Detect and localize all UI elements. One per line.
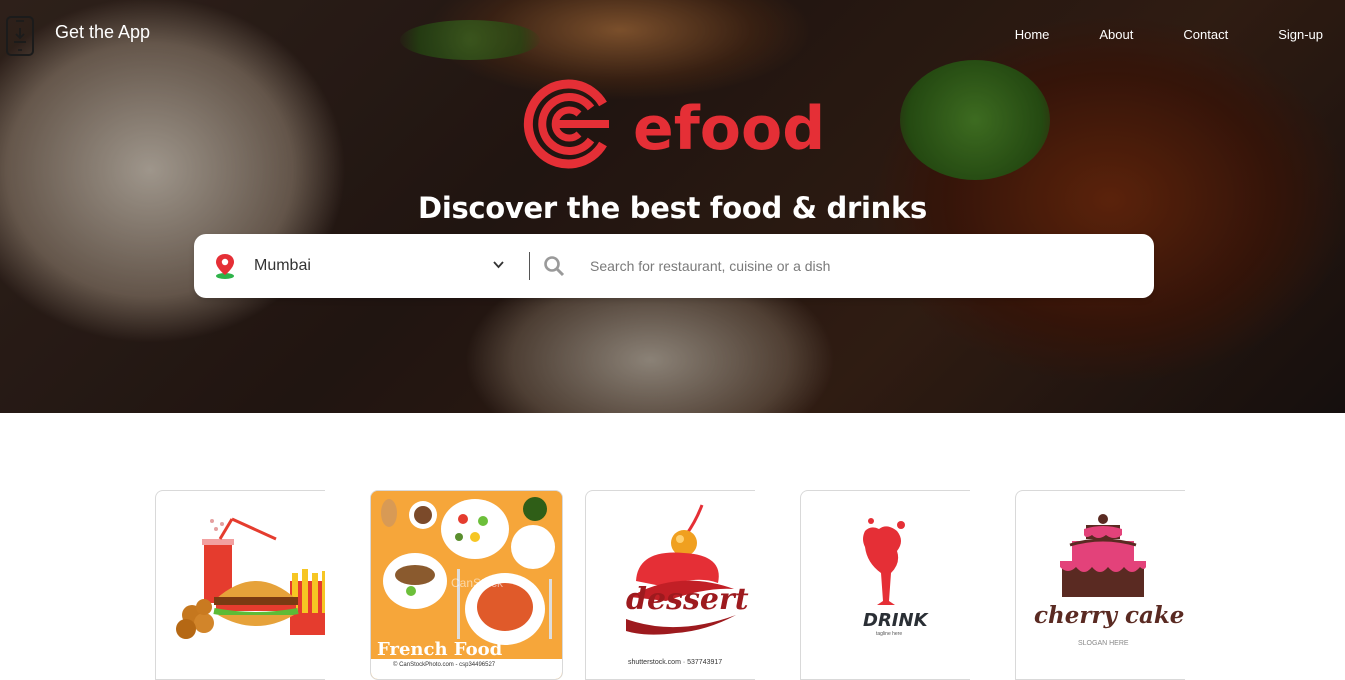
french-food-watermark: CanStock — [451, 576, 504, 590]
dessert-caption: dessert — [626, 582, 749, 617]
cherry-cake-slogan: SLOGAN HERE — [1078, 640, 1129, 647]
map-pin-icon — [216, 254, 234, 279]
dessert-illustration: dessert shutterstock.com · 537743917 — [626, 504, 749, 666]
top-navbar: Get the App Home About Contact Sign-up — [0, 0, 1345, 70]
chevron-down-icon[interactable] — [492, 260, 505, 270]
french-food-caption: French Food — [377, 639, 503, 660]
drink-tagline: tagline here — [876, 631, 902, 637]
get-app-label: Get the App — [55, 22, 151, 42]
efood-logo: efood — [523, 79, 825, 169]
category-card-fast-food[interactable] — [155, 490, 325, 680]
cherry-cake-illustration: cherry cake SLOGAN HERE — [1034, 514, 1184, 647]
main-nav: Home About Contact Sign-up — [965, 27, 1323, 42]
search-divider — [529, 252, 530, 280]
french-food-credit: © CanStockPhoto.com - csp34496527 — [393, 661, 496, 668]
phone-download-icon — [6, 16, 34, 56]
category-card-dessert[interactable]: dessert shutterstock.com · 537743917 — [585, 490, 755, 680]
nav-contact[interactable]: Contact — [1183, 27, 1228, 42]
search-bar: Mumbai — [194, 234, 1154, 298]
category-card-cherry-cake[interactable]: cherry cake SLOGAN HERE — [1015, 490, 1185, 680]
nav-signup[interactable]: Sign-up — [1278, 27, 1323, 42]
nav-home[interactable]: Home — [1015, 27, 1050, 42]
nav-about[interactable]: About — [1099, 27, 1133, 42]
category-card-french-food[interactable]: CanStock French Food © CanStockPhoto.com… — [370, 490, 563, 680]
location-value[interactable]: Mumbai — [254, 257, 311, 275]
drink-caption: DRINK — [863, 610, 930, 631]
search-input[interactable] — [590, 252, 1130, 280]
hero-banner: Get the App Home About Contact Sign-up e… — [0, 0, 1345, 413]
logo-wordmark: efood — [633, 94, 825, 164]
cherry-cake-caption: cherry cake — [1034, 602, 1184, 629]
drink-illustration: DRINK tagline here — [863, 518, 930, 637]
french-food-illustration: CanStock French Food © CanStockPhoto.com… — [371, 491, 562, 679]
search-icon[interactable] — [543, 255, 565, 277]
hero-tagline: Discover the best food & drinks — [418, 191, 927, 225]
get-app-link[interactable]: Get the App — [4, 16, 150, 56]
category-card-drink[interactable]: DRINK tagline here — [800, 490, 970, 680]
dessert-credit: shutterstock.com · 537743917 — [628, 659, 722, 666]
fast-food-illustration — [176, 517, 325, 639]
